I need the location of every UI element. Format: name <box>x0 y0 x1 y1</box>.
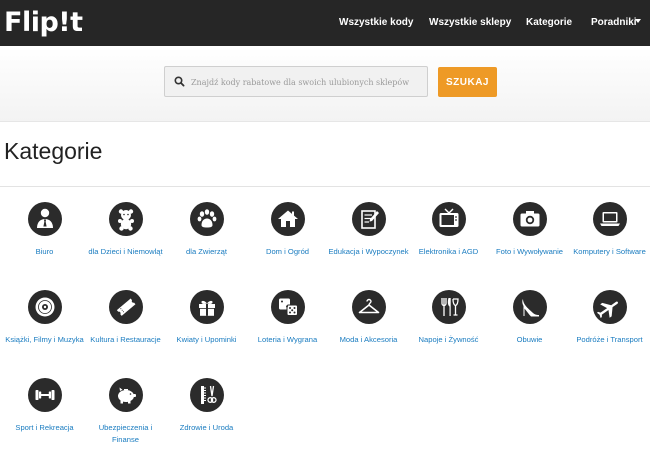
category-books-movies-music[interactable]: Książki, Filmy i Muzyka <box>4 290 85 346</box>
nav-all-shops[interactable]: Wszystkie sklepy <box>429 16 511 30</box>
category-home-garden[interactable]: Dom i Ogród <box>247 202 328 258</box>
category-label: Sport i Rekreacja <box>15 423 74 432</box>
tv-icon <box>431 202 466 236</box>
laptop-icon <box>592 202 627 236</box>
teddy-bear-icon <box>108 202 143 236</box>
dice-icon <box>270 290 305 324</box>
top-navigation-bar: Flip!t Wszystkie kody Wszystkie sklepy K… <box>0 0 650 46</box>
category-computers-software[interactable]: Komputery i Software <box>569 202 650 258</box>
airplane-icon <box>592 290 627 324</box>
camera-icon <box>512 202 547 236</box>
search-input[interactable] <box>191 72 423 92</box>
category-label: Ubezpieczenia i Finanse <box>98 423 153 444</box>
high-heel-icon <box>512 290 547 324</box>
gift-icon <box>189 290 224 324</box>
category-label: Elektronika i AGD <box>418 247 479 256</box>
paw-icon <box>189 202 224 236</box>
category-label: Edukacja i Wypoczynek <box>328 247 409 256</box>
category-office[interactable]: Biuro <box>4 202 85 258</box>
nav-categories[interactable]: Kategorie <box>526 16 572 30</box>
category-electronics[interactable]: Elektronika i AGD <box>408 202 489 258</box>
category-pets[interactable]: dla Zwierząt <box>166 202 247 258</box>
category-label: dla Zwierząt <box>186 247 227 256</box>
category-sport[interactable]: Sport i Rekreacja <box>4 378 85 434</box>
category-photo[interactable]: Foto i Wywoływanie <box>489 202 570 258</box>
category-shoes[interactable]: Obuwie <box>489 290 570 346</box>
divider <box>0 186 650 187</box>
category-label: Obuwie <box>516 335 543 344</box>
category-label: dla Dzieci i Niemowląt <box>88 247 163 256</box>
nav-guides[interactable]: Poradniki <box>591 16 637 30</box>
category-flowers-gifts[interactable]: Kwiaty i Upominki <box>166 290 247 346</box>
category-fashion[interactable]: Moda i Akcesoria <box>328 290 409 346</box>
category-label: Loteria i Wygrana <box>257 335 318 344</box>
notepad-icon <box>351 202 386 236</box>
category-label: Kultura i Restauracje <box>90 335 161 344</box>
ticket-icon <box>108 290 143 324</box>
search-button[interactable]: SZUKAJ <box>438 67 497 97</box>
category-label: Dom i Ogród <box>265 247 310 256</box>
businessman-icon <box>27 202 62 236</box>
house-icon <box>270 202 305 236</box>
category-label: Moda i Akcesoria <box>339 335 398 344</box>
search-section: SZUKAJ <box>0 46 650 122</box>
page-title: Kategorie <box>4 138 103 164</box>
category-label: Komputery i Software <box>573 247 646 256</box>
category-health-beauty[interactable]: Zdrowie i Uroda <box>166 378 247 434</box>
hanger-icon <box>351 290 386 324</box>
disc-icon <box>27 290 62 324</box>
chevron-down-icon[interactable] <box>635 19 641 23</box>
comb-scissors-icon <box>189 378 224 412</box>
category-label: Biuro <box>35 247 54 256</box>
category-label: Kwiaty i Upominki <box>176 335 237 344</box>
category-travel[interactable]: Podróże i Transport <box>569 290 650 346</box>
category-label: Napoje i Żywność <box>418 335 479 344</box>
category-kids[interactable]: dla Dzieci i Niemowląt <box>85 202 166 258</box>
category-label: Książki, Filmy i Muzyka <box>5 335 84 344</box>
category-label: Zdrowie i Uroda <box>179 423 234 432</box>
category-label: Foto i Wywoływanie <box>495 247 564 256</box>
category-label: Podróże i Transport <box>576 335 643 344</box>
category-culture-restaurants[interactable]: Kultura i Restauracje <box>85 290 166 346</box>
piggy-bank-icon <box>108 378 143 412</box>
search-box[interactable] <box>164 66 428 97</box>
nav-all-codes[interactable]: Wszystkie kody <box>339 16 413 30</box>
dumbbell-icon <box>27 378 62 412</box>
category-lottery[interactable]: Loteria i Wygrana <box>247 290 328 346</box>
cutlery-icon <box>431 290 466 324</box>
category-insurance-finance[interactable]: Ubezpieczenia i Finanse <box>85 378 166 446</box>
category-education-leisure[interactable]: Edukacja i Wypoczynek <box>328 202 409 258</box>
category-food-drinks[interactable]: Napoje i Żywność <box>408 290 489 346</box>
flipit-logo[interactable]: Flip!t <box>4 7 83 39</box>
search-icon <box>174 76 185 87</box>
